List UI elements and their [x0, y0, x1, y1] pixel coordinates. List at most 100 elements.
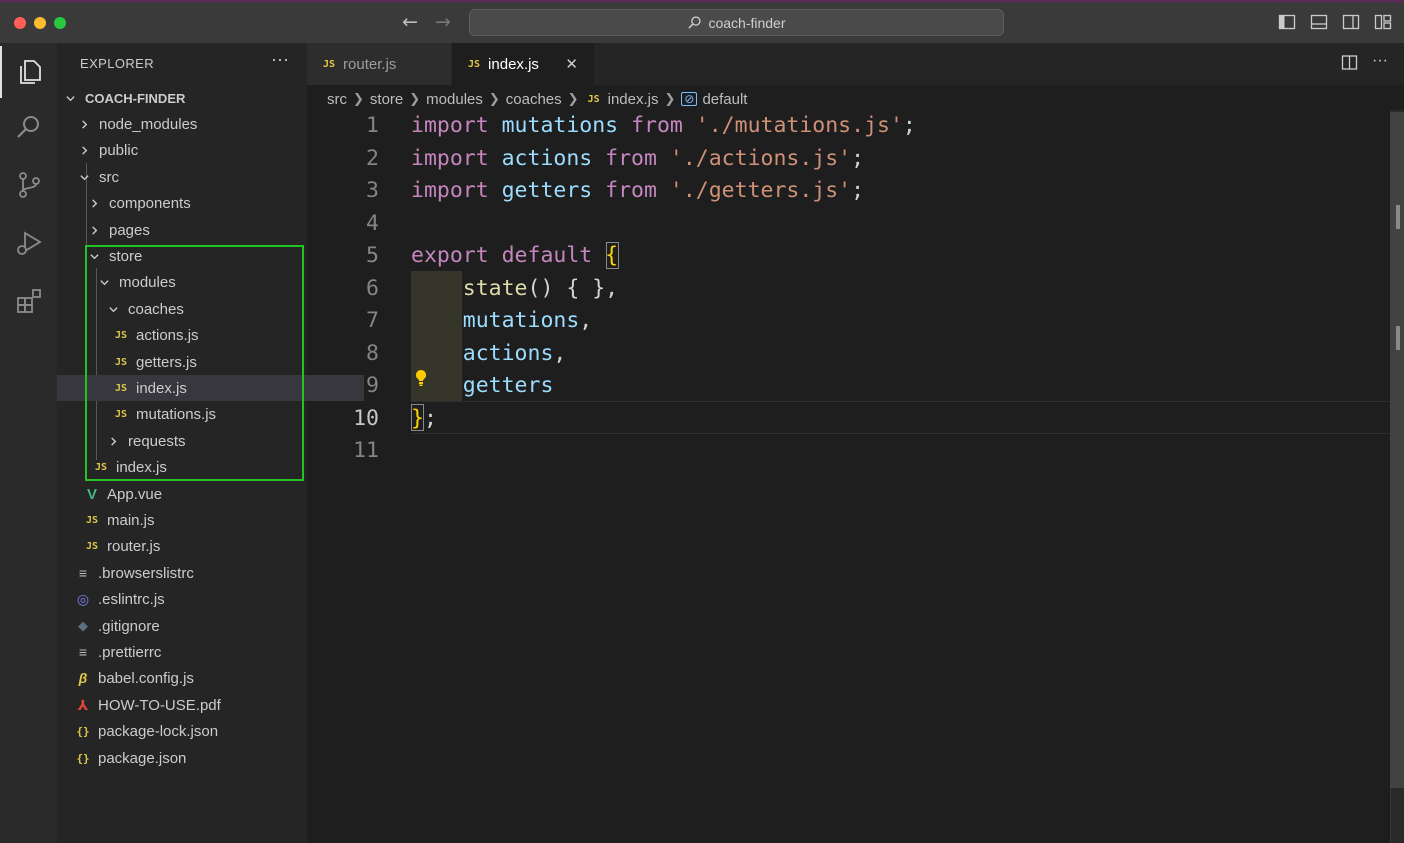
- command-center-search[interactable]: coach-finder: [469, 9, 1004, 36]
- code-line[interactable]: 10};: [307, 403, 1390, 435]
- breadcrumb-src[interactable]: src: [327, 91, 347, 108]
- explorer-root-folder[interactable]: COACH-FINDER: [57, 85, 313, 111]
- chevron-down-icon: [77, 172, 91, 183]
- source-control-icon: [18, 172, 40, 198]
- code-editor[interactable]: 1 import mutations from './mutations.js';…: [307, 110, 1390, 843]
- javascript-file-icon: JS: [323, 58, 336, 70]
- close-window-button[interactable]: [14, 17, 26, 29]
- javascript-file-icon: JS: [114, 408, 128, 420]
- tree-file-store-index-js[interactable]: JS index.js: [57, 454, 344, 480]
- symbol-field-icon: ⊘: [681, 92, 698, 106]
- tree-item-label: main.js: [107, 511, 155, 529]
- toggle-secondary-sidebar-icon[interactable]: [1342, 13, 1360, 31]
- tree-folder-store[interactable]: store: [57, 243, 337, 269]
- chevron-right-icon: [87, 198, 101, 209]
- code-line[interactable]: 9 getters: [307, 370, 1390, 402]
- code-line[interactable]: 6 state() { },: [307, 273, 1390, 305]
- split-editor-icon[interactable]: [1341, 54, 1358, 76]
- code-token: getters: [462, 373, 554, 398]
- tree-item-label: App.vue: [107, 485, 163, 503]
- breadcrumb-symbol[interactable]: default: [702, 91, 747, 108]
- code-line[interactable]: 8 actions,: [307, 338, 1390, 370]
- tree-file-eslintrc-js[interactable]: ◎ .eslintrc.js: [57, 586, 326, 612]
- tree-item-label: mutations.js: [136, 405, 217, 423]
- chevron-right-icon: [77, 119, 91, 130]
- tree-item-label: actions.js: [136, 326, 199, 344]
- title-bar: ← → coach-finder: [0, 0, 1404, 43]
- code-line[interactable]: 3 import getters from './getters.js';: [307, 175, 1390, 207]
- explorer-activity[interactable]: [0, 46, 57, 98]
- tree-folder-components[interactable]: components: [57, 190, 337, 216]
- tree-file-prettierrc[interactable]: ≡ .prettierrc: [57, 639, 326, 665]
- code-token: ;: [851, 145, 865, 171]
- search-activity[interactable]: [0, 101, 57, 153]
- code-token: }: [411, 405, 424, 431]
- code-text: actions,: [411, 338, 567, 370]
- tree-file-babel-config-js[interactable]: β babel.config.js: [57, 665, 326, 691]
- run-debug-activity[interactable]: [0, 217, 57, 269]
- more-actions-icon[interactable]: ···: [1372, 53, 1388, 76]
- pdf-file-icon: ⅄: [77, 696, 89, 713]
- tree-file-main-js[interactable]: JS main.js: [57, 507, 335, 533]
- tree-file-package-json[interactable]: {} package.json: [57, 745, 326, 771]
- search-icon: [688, 16, 702, 29]
- breadcrumb-store[interactable]: store: [370, 91, 403, 108]
- source-control-activity[interactable]: [0, 159, 57, 211]
- explorer-more-actions[interactable]: ···: [271, 49, 289, 70]
- tree-file-package-lock-json[interactable]: {} package-lock.json: [57, 718, 326, 744]
- tree-file-how-to-use-pdf[interactable]: ⅄ HOW-TO-USE.pdf: [57, 692, 326, 718]
- line-number: 3: [366, 178, 379, 203]
- tree-folder-node-modules[interactable]: node_modules: [57, 111, 327, 137]
- code-line[interactable]: 5 export default {: [307, 240, 1390, 272]
- command-center-text: coach-finder: [708, 14, 786, 31]
- breadcrumb-file[interactable]: index.js: [608, 91, 659, 108]
- tree-item-label: pages: [109, 221, 150, 239]
- run-debug-icon: [16, 231, 42, 255]
- tree-folder-pages[interactable]: pages: [57, 217, 337, 243]
- forward-arrow-icon[interactable]: →: [435, 11, 451, 33]
- search-icon: [16, 116, 39, 138]
- tree-folder-src[interactable]: src: [57, 164, 327, 190]
- code-token: mutations: [501, 113, 632, 138]
- tree-file-router-js[interactable]: JS router.js: [57, 533, 335, 559]
- tree-folder-public[interactable]: public: [57, 137, 327, 163]
- code-token: getters: [501, 178, 606, 203]
- activity-bar: [0, 43, 57, 843]
- explorer-title: EXPLORER: [80, 56, 155, 71]
- tab-label: index.js: [488, 55, 539, 73]
- close-icon[interactable]: ✕: [565, 55, 578, 73]
- code-token: ,: [579, 308, 593, 333]
- tab-index-js[interactable]: JS index.js ✕: [452, 43, 594, 85]
- tree-file-browserslistrc[interactable]: ≡ .browserslistrc: [57, 560, 326, 586]
- tree-file-gitignore[interactable]: ◆ .gitignore: [57, 613, 326, 639]
- line-number: 9: [366, 373, 379, 398]
- code-line[interactable]: 11: [307, 435, 1390, 467]
- toggle-panel-icon[interactable]: [1310, 13, 1328, 31]
- breadcrumb-modules[interactable]: modules: [426, 91, 483, 108]
- code-line[interactable]: 1 import mutations from './mutations.js';: [307, 110, 1390, 142]
- code-token: './actions.js': [669, 145, 852, 171]
- line-number: 10: [353, 405, 379, 431]
- chevron-down-icon: [106, 304, 120, 315]
- tree-file-app-vue[interactable]: V App.vue: [57, 481, 335, 507]
- code-line[interactable]: 2 import actions from './actions.js';: [307, 143, 1390, 175]
- extensions-activity[interactable]: [0, 275, 57, 327]
- javascript-file-icon: JS: [114, 329, 128, 341]
- chevron-right-icon: [87, 225, 101, 236]
- customize-layout-icon[interactable]: [1374, 13, 1392, 31]
- toggle-primary-sidebar-icon[interactable]: [1278, 13, 1296, 31]
- back-arrow-icon[interactable]: ←: [402, 11, 418, 33]
- code-line[interactable]: 7 mutations,: [307, 305, 1390, 337]
- tree-folder-modules[interactable]: modules: [57, 269, 347, 295]
- minimize-window-button[interactable]: [34, 17, 46, 29]
- tree-item-label: package-lock.json: [98, 722, 219, 740]
- line-number: 1: [366, 113, 379, 138]
- chevron-right-icon: ❯: [353, 91, 364, 106]
- code-token: () { },: [527, 275, 619, 301]
- breadcrumb-coaches[interactable]: coaches: [506, 91, 562, 108]
- zoom-window-button[interactable]: [54, 17, 66, 29]
- tab-router-js[interactable]: JS router.js: [307, 43, 451, 85]
- code-text: import mutations from './mutations.js';: [411, 110, 916, 142]
- code-line[interactable]: 4: [307, 208, 1390, 240]
- tree-item-label: src: [99, 168, 119, 186]
